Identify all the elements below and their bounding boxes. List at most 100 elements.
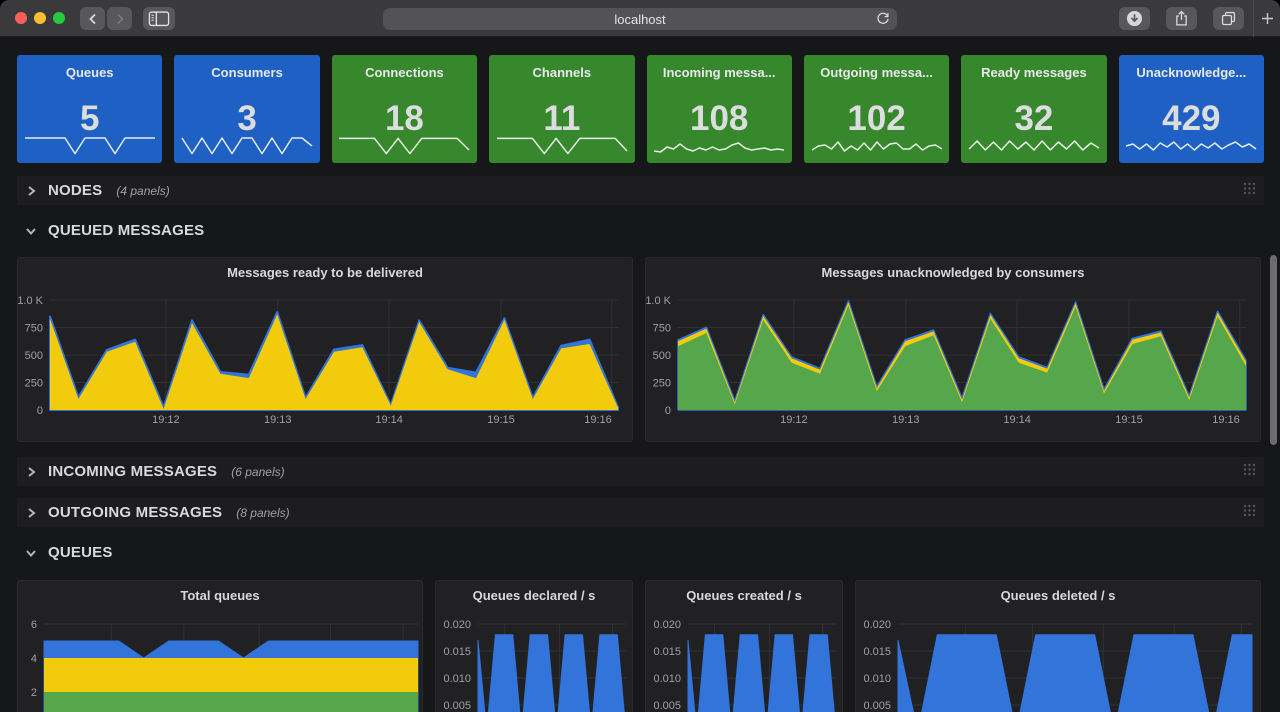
panel-total-queues: Total queues 246 [17,580,423,712]
downloads-button[interactable] [1119,7,1150,30]
panel-queues-deleted: Queues deleted / s 0.005 0.010 0.015 0.020 [855,580,1261,712]
stat-value: 102 [804,101,949,136]
panel-title[interactable]: Queues created / s [646,588,842,603]
svg-text:0.015: 0.015 [863,646,891,658]
row-header-queued-messages[interactable]: QUEUED MESSAGES [17,217,1264,244]
back-chevron-icon [86,12,100,26]
reload-icon [876,12,890,26]
row-header-queues[interactable]: QUEUES [17,539,1264,566]
svg-text:250: 250 [25,378,43,390]
stat-title[interactable]: Queues [17,65,162,80]
chevron-right-icon [24,506,38,520]
svg-text:19:16: 19:16 [1212,414,1240,426]
stat-panel-consumers: Consumers 3 [174,55,319,163]
row-drag-handle-icon[interactable] [1243,463,1256,481]
stat-value: 429 [1119,101,1264,136]
stat-title[interactable]: Connections [332,65,477,80]
tab-overview-button[interactable] [1213,7,1244,30]
row-title: NODES [48,182,102,199]
svg-text:0.020: 0.020 [863,619,891,631]
row-title: INCOMING MESSAGES [48,463,217,480]
panel-messages-ready: Messages ready to be delivered 025050075… [17,257,633,442]
chevron-right-icon [24,465,38,479]
stat-panel-outgoing-messages: Outgoing messa... 102 [804,55,949,163]
sparkline [1125,134,1257,158]
panel-title[interactable]: Queues declared / s [436,588,632,603]
messages-ready-chart[interactable]: 02505007501.0 K19:1219:1319:1419:1519:16 [18,258,633,442]
browser-toolbar: localhost [0,0,1280,37]
panel-title[interactable]: Messages unacknowledged by consumers [646,265,1260,280]
sparkline [968,134,1100,158]
share-button[interactable] [1166,7,1197,30]
stat-value: 3 [174,101,319,136]
sparkline [496,134,628,158]
grafana-dashboard: Queues 5 Consumers 3 Connections 18 Chan… [0,37,1280,712]
sidebar-icon [148,11,170,27]
panel-queues-created: Queues created / s 0.0050.0100.0150.020 [645,580,843,712]
row-panel-count: (4 panels) [116,184,169,198]
stat-panel-connections: Connections 18 [332,55,477,163]
plus-icon [1261,12,1274,25]
messages-unacknowledged-chart[interactable]: 02505007501.0 K19:1219:1319:1419:1519:16 [646,258,1261,442]
svg-text:0.015: 0.015 [653,646,681,658]
stat-title[interactable]: Channels [489,65,634,80]
forward-chevron-icon [113,12,127,26]
new-tab-button[interactable] [1253,0,1280,37]
stat-title[interactable]: Ready messages [961,65,1106,80]
back-button[interactable] [80,7,105,30]
panel-title[interactable]: Total queues [18,588,422,603]
svg-text:500: 500 [653,350,671,362]
stat-value: 108 [647,101,792,136]
svg-text:0.005: 0.005 [863,700,891,712]
svg-text:750: 750 [653,323,671,335]
svg-text:0: 0 [37,405,43,417]
row-header-incoming-messages[interactable]: INCOMING MESSAGES (6 panels) [17,457,1264,486]
window-close-button[interactable] [15,12,27,24]
stat-panel-ready-messages: Ready messages 32 [961,55,1106,163]
row-header-nodes[interactable]: NODES (4 panels) [17,176,1264,205]
svg-text:6: 6 [31,619,37,631]
row-header-outgoing-messages[interactable]: OUTGOING MESSAGES (8 panels) [17,498,1264,527]
address-bar[interactable]: localhost [383,8,897,30]
row-drag-handle-icon[interactable] [1243,504,1256,522]
svg-text:19:13: 19:13 [892,414,920,426]
window-zoom-button[interactable] [53,12,65,24]
row-panel-count: (6 panels) [231,465,284,479]
svg-text:0.005: 0.005 [653,700,681,712]
svg-text:0.020: 0.020 [653,619,681,631]
svg-text:1.0 K: 1.0 K [18,295,44,307]
reload-button[interactable] [876,12,890,29]
queues-panels: Total queues 246 Queues declared / s 0.0… [17,580,1264,712]
chevron-right-icon [24,184,38,198]
queued-messages-panels: Messages ready to be delivered 0 250 500 75… [17,257,1264,442]
row-title: QUEUED MESSAGES [48,222,204,239]
stat-value: 32 [961,101,1106,136]
panel-title[interactable]: Queues deleted / s [856,588,1260,603]
forward-button[interactable] [107,7,132,30]
stat-title[interactable]: Incoming messa... [647,65,792,80]
svg-text:19:14: 19:14 [1003,414,1031,426]
stat-title[interactable]: Unacknowledge... [1119,65,1264,80]
sparkline [653,134,785,158]
sparkline [181,134,313,158]
svg-text:1.0 K: 1.0 K [646,295,672,307]
stat-value: 5 [17,101,162,136]
panel-title[interactable]: Messages ready to be delivered [18,265,632,280]
stat-title[interactable]: Outgoing messa... [804,65,949,80]
svg-text:0.010: 0.010 [863,673,891,685]
stat-panel-incoming-messages: Incoming messa... 108 [647,55,792,163]
row-title: QUEUES [48,544,113,561]
stat-title[interactable]: Consumers [174,65,319,80]
svg-text:0: 0 [665,405,671,417]
window-minimize-button[interactable] [34,12,46,24]
svg-text:19:12: 19:12 [780,414,808,426]
stat-value: 18 [332,101,477,136]
row-drag-handle-icon[interactable] [1243,182,1256,200]
chevron-down-icon [24,546,38,560]
svg-text:0.020: 0.020 [443,619,471,631]
sparkline [24,134,156,158]
share-icon [1173,10,1190,27]
sidebar-toggle-button[interactable] [143,7,175,30]
vertical-scrollbar[interactable] [1270,255,1277,445]
svg-text:500: 500 [25,350,43,362]
